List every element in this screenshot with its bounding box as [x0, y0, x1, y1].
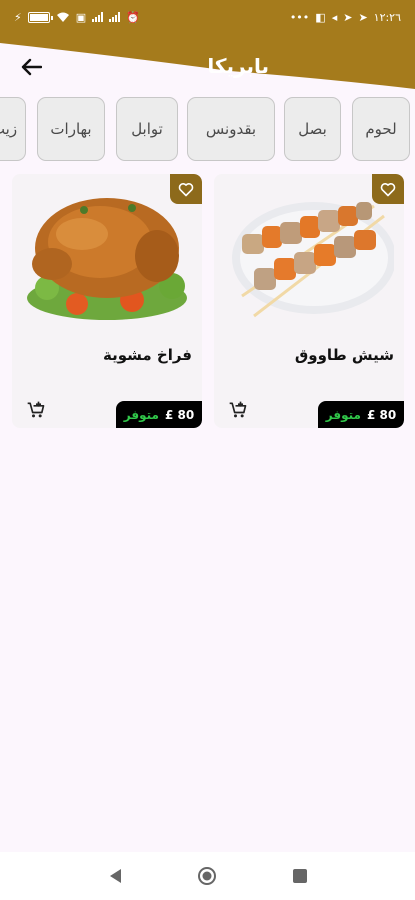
product-name: فراخ مشوية: [102, 346, 192, 364]
recents-nav-icon[interactable]: [290, 866, 310, 886]
grilled-chicken-image: [27, 198, 187, 320]
stock-status: متوفر: [325, 407, 361, 422]
home-nav-icon[interactable]: [197, 866, 217, 886]
status-bar: ⚡ ▣ ⏰ ••• ◧ ◂ ➤ ➤ ١٢:٢٦: [0, 0, 415, 34]
product-card[interactable]: فراخ مشوية 80 £ متوفر: [12, 174, 202, 428]
status-time: ١٢:٢٦: [373, 10, 401, 24]
price-tag: 80 £ متوفر: [318, 401, 404, 428]
alarm-icon: ⏰: [126, 10, 140, 24]
notification-icon: ◂: [331, 10, 338, 24]
sim-icon: ▣: [75, 10, 87, 24]
product-price: 80 £: [366, 407, 397, 422]
product-price: 80 £: [164, 407, 195, 422]
telegram-icon: ➤: [343, 10, 353, 24]
favorite-button[interactable]: [170, 174, 202, 204]
category-chip[interactable]: لحوم: [352, 97, 410, 161]
stock-status: متوفر: [123, 407, 159, 422]
category-chip[interactable]: بصل: [284, 97, 341, 161]
lightning-icon: ⚡: [14, 10, 22, 24]
back-nav-icon[interactable]: [106, 866, 126, 886]
status-icons-left: ⚡ ▣ ⏰: [14, 11, 140, 24]
category-chip[interactable]: زيت: [0, 97, 26, 161]
page-title: بابريكا: [207, 54, 269, 78]
wifi-icon: [56, 12, 69, 22]
status-icons-right: ••• ◧ ◂ ➤ ➤ ١٢:٢٦: [290, 11, 401, 24]
arrow-left-icon: [21, 58, 42, 76]
battery-icon: [27, 11, 53, 23]
system-nav-bar: [0, 852, 415, 900]
more-notifications-icon: •••: [289, 10, 310, 24]
heart-icon: [380, 182, 396, 196]
signal-icon-2: [109, 12, 121, 22]
category-chips[interactable]: لحوم بصل بقدونس توابل بهارات زيت: [0, 97, 415, 163]
shish-tawook-image: [232, 202, 394, 318]
app-notification-icon: ◧: [315, 10, 326, 24]
category-chip[interactable]: توابل: [116, 97, 178, 161]
back-button[interactable]: [18, 54, 44, 80]
add-to-cart-icon[interactable]: [228, 400, 248, 420]
category-chip[interactable]: بقدونس: [187, 97, 275, 161]
add-to-cart-icon[interactable]: [26, 400, 46, 420]
favorite-button[interactable]: [372, 174, 404, 204]
product-name: شيش طاووق: [294, 346, 394, 364]
product-card[interactable]: شيش طاووق 80 £ متوفر: [214, 174, 404, 428]
heart-icon: [178, 182, 194, 196]
price-tag: 80 £ متوفر: [116, 401, 202, 428]
telegram-icon-2: ➤: [358, 10, 368, 24]
category-chip[interactable]: بهارات: [37, 97, 105, 161]
signal-icon: [92, 12, 104, 22]
